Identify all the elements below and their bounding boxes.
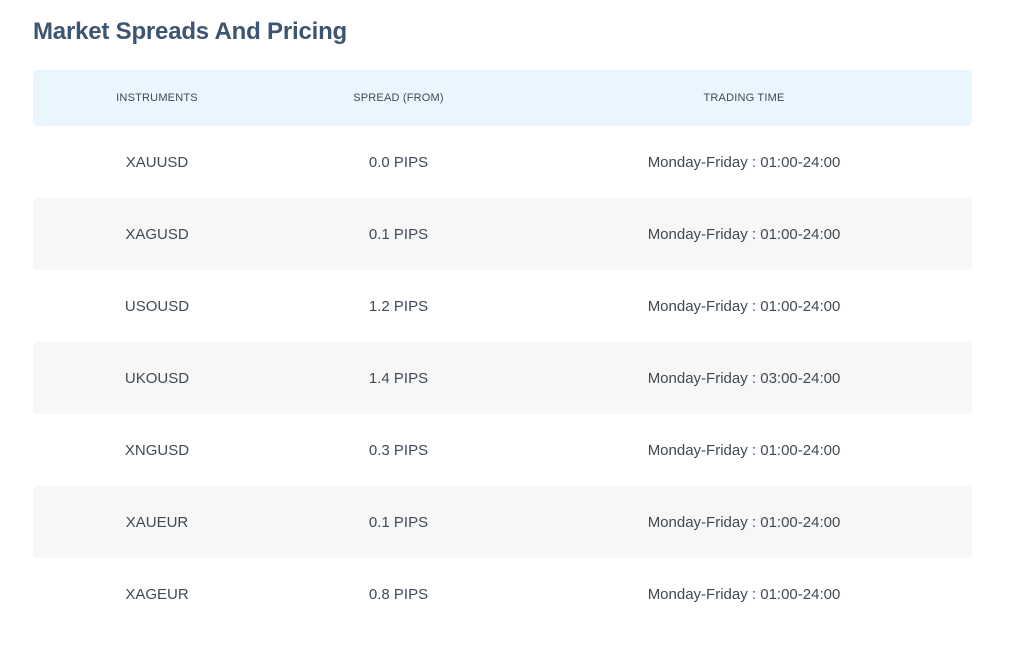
header-instruments: INSTRUMENTS (116, 92, 198, 104)
page-title: Market Spreads And Pricing (33, 18, 347, 45)
spread-cell: 0.0 PIPS (368, 153, 429, 171)
trading-time-cell: Monday-Friday : 03:00-24:00 (647, 369, 841, 387)
table-row: XAGEUR 0.8 PIPS Monday-Friday : 01:00-24… (33, 558, 972, 630)
spread-cell: 1.2 PIPS (368, 297, 429, 315)
trading-time-cell: Monday-Friday : 01:00-24:00 (647, 297, 841, 315)
table-row: UKOUSD 1.4 PIPS Monday-Friday : 03:00-24… (33, 342, 972, 414)
table-header: INSTRUMENTS SPREAD (FROM) TRADING TIME (33, 70, 972, 126)
spread-cell: 0.3 PIPS (368, 441, 429, 459)
spread-cell: 0.1 PIPS (368, 513, 429, 531)
header-trading-time: TRADING TIME (703, 92, 785, 104)
table-row: XAUUSD 0.0 PIPS Monday-Friday : 01:00-24… (33, 126, 972, 198)
instrument-cell: UKOUSD (124, 369, 190, 387)
trading-time-cell: Monday-Friday : 01:00-24:00 (647, 585, 841, 603)
instrument-cell: XNGUSD (124, 441, 190, 459)
spread-cell: 0.8 PIPS (368, 585, 429, 603)
trading-time-cell: Monday-Friday : 01:00-24:00 (647, 153, 841, 171)
pricing-table: INSTRUMENTS SPREAD (FROM) TRADING TIME X… (33, 70, 972, 630)
instrument-cell: USOUSD (124, 297, 190, 315)
spread-cell: 1.4 PIPS (368, 369, 429, 387)
spread-cell: 0.1 PIPS (368, 225, 429, 243)
table-row: XNGUSD 0.3 PIPS Monday-Friday : 01:00-24… (33, 414, 972, 486)
instrument-cell: XAUUSD (125, 153, 189, 171)
page: Market Spreads And Pricing INSTRUMENTS S… (0, 0, 1024, 646)
trading-time-cell: Monday-Friday : 01:00-24:00 (647, 441, 841, 459)
instrument-cell: XAGEUR (125, 585, 189, 603)
table-row: XAUEUR 0.1 PIPS Monday-Friday : 01:00-24… (33, 486, 972, 558)
instrument-cell: XAUEUR (125, 513, 189, 531)
trading-time-cell: Monday-Friday : 01:00-24:00 (647, 513, 841, 531)
trading-time-cell: Monday-Friday : 01:00-24:00 (647, 225, 841, 243)
header-spread: SPREAD (FROM) (353, 92, 444, 104)
table-row: XAGUSD 0.1 PIPS Monday-Friday : 01:00-24… (33, 198, 972, 270)
instrument-cell: XAGUSD (125, 225, 189, 243)
table-row: USOUSD 1.2 PIPS Monday-Friday : 01:00-24… (33, 270, 972, 342)
